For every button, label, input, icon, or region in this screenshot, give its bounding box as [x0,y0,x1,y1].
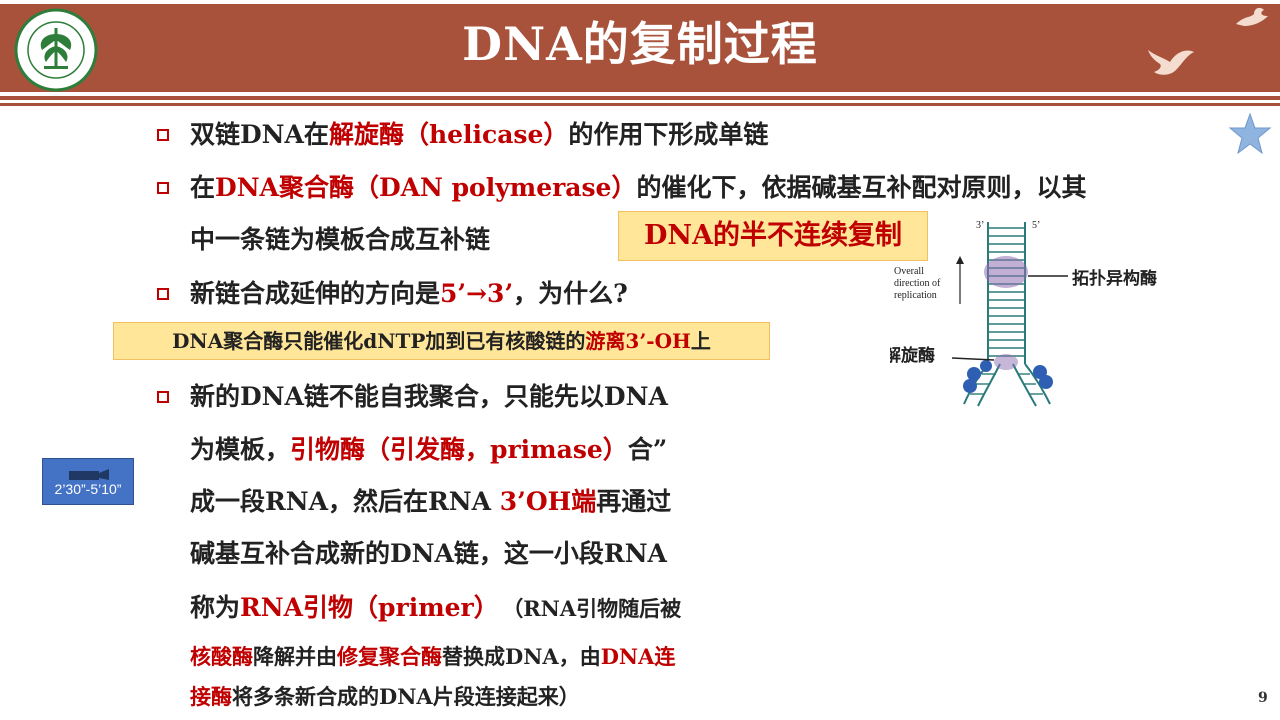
text-segment: 替换成DNA，由 [442,644,601,669]
polymerase-note-highlight: DNA聚合酶只能催化dNTP加到已有核酸链的游离3’-OH上 [113,322,770,360]
star-icon [1228,112,1272,155]
bullet-marker [157,391,169,403]
keyword-nuclease: 核酸酶 [190,644,253,669]
header: DNA的复制过程 [0,0,1280,108]
bullet-primer-l2: 为模板，引物酶（引发酶，primase）合” [190,433,667,467]
keyword-rna-primer: RNA引物（primer） [240,593,499,622]
bullet-polymerase-line2: 中一条链为模板合成互补链 [190,225,491,254]
text-segment: 称为 [190,593,241,622]
topoisomerase-blob [984,256,1028,288]
label-3prime: 3’ [976,220,984,231]
video-icon [69,469,109,480]
bullet-primer-l1: 新的DNA链不能自我聚合，只能先以DNA [190,382,668,411]
bullet-primer-l4: 碱基互补合成新的DNA链，这一小段RNA [190,539,667,568]
text-segment: 将多条新合成的DNA片段连接起来） [232,684,580,709]
page-title: DNA的复制过程 [462,17,818,71]
label-topoisomerase: 拓扑异构酶 [1072,268,1157,289]
semi-discontinuous-highlight: DNA的半不连续复制 [618,211,928,261]
header-divider-thin [0,103,1280,106]
page-number: 9 [1258,690,1268,706]
text-segment: 为模板， [190,435,291,464]
overall-line1: Overall [894,266,924,277]
keyword-3oh-end: 3’OH端 [499,487,597,516]
replication-fork-diagram: 3’ 5’ Overall direction of replication 拓… [890,220,1157,407]
bullet-direction: 新链合成延伸的方向是5’→3’，为什么? [190,277,628,311]
keyword-direction: 5’→3’ [440,279,514,308]
keyword-3oh: 游离3’-OH [585,329,691,353]
keyword-ligase: DNA连 [600,644,676,669]
bullet-polymerase: 在DNA聚合酶（DAN polymerase）的催化下，依据碱基互补配对原则，以… [190,171,1086,205]
bullet-helicase: 双链DNA在解旋酶（helicase）的作用下形成单链 [190,118,768,152]
video-time-box[interactable]: 2’30”-5’10” [42,458,134,505]
keyword-ligase-end: 接酶 [190,684,232,709]
label-helicase: 解旋酶 [890,345,935,366]
text-segment: 在 [190,173,216,202]
text-segment: 合” [627,435,668,464]
text-segment: 的催化下，依据碱基互补配对原则，以其 [636,173,1087,202]
bullet-primer-l7: 接酶将多条新合成的DNA片段连接起来） [190,680,580,714]
overall-line3: replication [894,290,937,301]
text-segment: 新链合成延伸的方向是 [190,279,441,308]
helicase-blob [994,354,1018,370]
text-segment: 双链DNA在 [190,120,329,149]
keyword-helicase: 解旋酶（helicase） [328,120,569,149]
bullet-primer-l5: 称为RNA引物（primer） （RNA引物随后被 [190,591,681,626]
text-segment: 上 [690,329,711,353]
text-segment: 成一段RNA，然后在RNA [190,487,500,516]
bullet-marker [157,288,169,300]
overall-line2: direction of [894,278,941,289]
bullet-marker [157,182,169,194]
text-segment: （RNA引物随后被 [512,596,682,621]
dove-icon [1236,7,1268,26]
text-segment: 的作用下形成单链 [568,120,769,149]
keyword-primase: 引物酶（引发酶，primase） [290,435,628,464]
bullet-primer-l3: 成一段RNA，然后在RNA 3’OH端再通过 [190,485,671,519]
bullet-primer-l6: 核酸酶降解并由修复聚合酶替换成DNA，由DNA连 [190,640,675,674]
dove-icon [1148,50,1194,75]
text-segment: ，为什么? [513,279,628,308]
video-time-label: 2’30”-5’10” [54,481,122,497]
text-segment: DNA聚合酶只能催化dNTP加到已有核酸链的 [172,329,586,353]
bullet-marker [157,129,169,141]
keyword-repair-polymerase: 修复聚合酶 [337,644,442,669]
text-segment: 再通过 [596,487,672,516]
header-divider [0,96,1280,100]
text-segment: 降解并由 [253,644,337,669]
label-5prime: 5’ [1032,220,1040,231]
keyword-polymerase: DNA聚合酶（DAN polymerase） [215,173,637,202]
